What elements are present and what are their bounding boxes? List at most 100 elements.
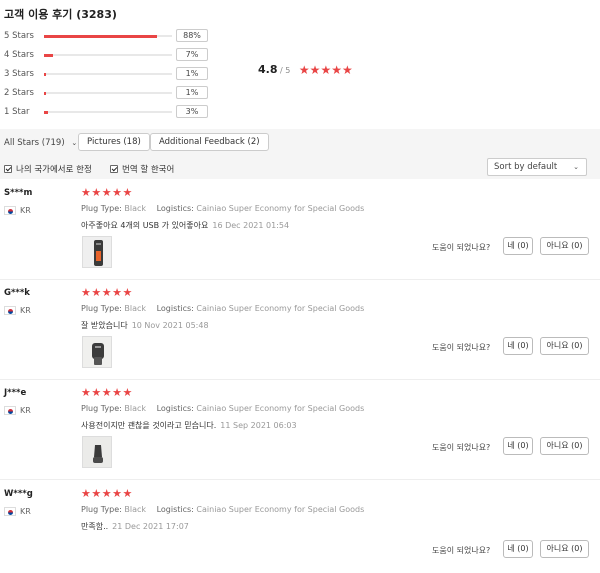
korea-flag-icon <box>4 306 16 315</box>
review-text-line: 사용전이지만 괜찮을 것이라고 믿습니다. 11 Sep 2021 06:03 <box>81 420 297 431</box>
review-item: S***m KR ★★★★★ Plug Type: Black Logistic… <box>0 180 600 280</box>
product-photo-icon <box>83 437 111 467</box>
logistics-key: Logistics: <box>156 304 194 313</box>
logistics-value: Cainiao Super Economy for Special Goods <box>196 204 365 213</box>
review-star-icons: ★★★★★ <box>81 487 133 500</box>
logistics-key: Logistics: <box>156 404 194 413</box>
plug-type-value: Black <box>124 404 147 413</box>
helpful-yes-button[interactable]: 네 (0) <box>503 437 533 455</box>
rating-bar-fill <box>44 110 48 114</box>
rating-row-label: 3 Stars <box>4 69 34 79</box>
review-item: G***k KR ★★★★★ Plug Type: Black Logistic… <box>0 280 600 380</box>
plug-type-key: Plug Type: <box>81 304 122 313</box>
logistics-key: Logistics: <box>156 505 194 514</box>
rating-bar-fill <box>44 72 46 76</box>
rating-row-3[interactable]: 3 Stars 1% <box>4 67 244 86</box>
review-date: 10 Nov 2021 05:48 <box>131 321 209 330</box>
rating-bar-track <box>44 34 172 38</box>
review-text-line: 아주좋아요 4개의 USB 가 있어좋아요 16 Dec 2021 01:54 <box>81 220 289 231</box>
reviewer-country: KR <box>20 306 31 315</box>
rating-percent-badge: 88% <box>176 29 208 42</box>
review-sku-info: Plug Type: Black Logistics: Cainiao Supe… <box>81 505 364 514</box>
chevron-down-icon: ⌄ <box>573 163 579 171</box>
pictures-filter-button[interactable]: Pictures (18) <box>78 133 150 151</box>
logistics-value: Cainiao Super Economy for Special Goods <box>196 505 365 514</box>
checkbox-checked-icon <box>110 165 118 173</box>
rating-bar-fill <box>44 91 46 95</box>
review-star-icons: ★★★★★ <box>81 386 133 399</box>
plug-type-value: Black <box>124 505 147 514</box>
reviewer-country: KR <box>20 507 31 516</box>
review-text: 사용전이지만 괜찮을 것이라고 믿습니다. <box>81 421 217 430</box>
reviewer-country: KR <box>20 406 31 415</box>
review-star-icons: ★★★★★ <box>81 286 133 299</box>
helpful-question: 도움이 되었나요? <box>432 546 491 555</box>
reviewer-name: S***m <box>4 188 33 198</box>
rating-row-2[interactable]: 2 Stars 1% <box>4 86 244 105</box>
rating-bar-track <box>44 53 172 57</box>
rating-bar-track <box>44 72 172 76</box>
rating-row-4[interactable]: 4 Stars 7% <box>4 48 244 67</box>
review-text-line: 잘 받았습니다 10 Nov 2021 05:48 <box>81 320 209 331</box>
my-country-checkbox[interactable]: 나의 국가에서로 한정 <box>4 163 92 175</box>
plug-type-key: Plug Type: <box>81 204 122 213</box>
plug-type-key: Plug Type: <box>81 505 122 514</box>
average-rating: 4.8 / 5 ★★★★★ <box>258 63 353 77</box>
rating-row-1[interactable]: 1 Star 3% <box>4 105 244 124</box>
review-sku-info: Plug Type: Black Logistics: Cainiao Supe… <box>81 304 364 313</box>
plug-type-value: Black <box>124 204 147 213</box>
logistics-value: Cainiao Super Economy for Special Goods <box>196 304 365 313</box>
rating-bar-track <box>44 91 172 95</box>
translate-label: 번역 할 한국어 <box>122 165 175 175</box>
plug-type-key: Plug Type: <box>81 404 122 413</box>
my-country-label: 나의 국가에서로 한정 <box>16 165 92 175</box>
rating-bar-fill <box>44 53 53 57</box>
reviewer-name: J***e <box>4 388 27 398</box>
rating-percent-badge: 7% <box>176 48 208 61</box>
helpful-yes-button[interactable]: 네 (0) <box>503 237 533 255</box>
review-star-icons: ★★★★★ <box>81 186 133 199</box>
review-photo-thumbnail[interactable] <box>82 236 112 268</box>
helpful-question: 도움이 되었나요? <box>432 343 491 352</box>
helpful-no-button[interactable]: 아니요 (0) <box>540 437 589 455</box>
rating-row-5[interactable]: 5 Stars 88% <box>4 29 244 48</box>
sort-select-value: Sort by default <box>494 162 558 172</box>
translate-checkbox[interactable]: 번역 할 한국어 <box>110 163 174 175</box>
helpful-question: 도움이 되었나요? <box>432 443 491 452</box>
reviewer-name: G***k <box>4 288 30 298</box>
logistics-key: Logistics: <box>156 204 194 213</box>
rating-bar-track <box>44 110 172 114</box>
rating-distribution: 5 Stars 88% 4 Stars 7% 3 Stars 1% 2 Star… <box>4 29 244 124</box>
rating-bar-fill <box>44 34 157 38</box>
rating-row-label: 1 Star <box>4 107 30 117</box>
logistics-value: Cainiao Super Economy for Special Goods <box>196 404 365 413</box>
korea-flag-icon <box>4 507 16 516</box>
helpful-yes-button[interactable]: 네 (0) <box>503 337 533 355</box>
sort-select[interactable]: Sort by default ⌄ <box>487 158 587 176</box>
review-filter-bar: All Stars (719) ⌄ Pictures (18) Addition… <box>0 129 600 179</box>
review-photo-thumbnail[interactable] <box>82 336 112 368</box>
helpful-no-button[interactable]: 아니요 (0) <box>540 540 589 558</box>
average-rating-value: 4.8 <box>258 63 278 76</box>
chevron-down-icon: ⌄ <box>71 139 78 147</box>
reviewer-country: KR <box>20 206 31 215</box>
review-text: 만족함.. <box>81 522 109 531</box>
additional-feedback-filter-button[interactable]: Additional Feedback (2) <box>150 133 269 151</box>
korea-flag-icon <box>4 206 16 215</box>
plug-type-value: Black <box>124 304 147 313</box>
average-star-icons: ★★★★★ <box>298 63 353 77</box>
helpful-no-button[interactable]: 아니요 (0) <box>540 237 589 255</box>
rating-percent-badge: 1% <box>176 86 208 99</box>
checkbox-checked-icon <box>4 165 12 173</box>
all-stars-dropdown[interactable]: All Stars (719) ⌄ <box>4 138 77 148</box>
helpful-yes-button[interactable]: 네 (0) <box>503 540 533 558</box>
review-text: 잘 받았습니다 <box>81 321 128 330</box>
review-photo-thumbnail[interactable] <box>82 436 112 468</box>
helpful-question: 도움이 되었나요? <box>432 243 491 252</box>
reviews-title: 고객 이용 후기 (3283) <box>4 8 117 21</box>
review-date: 11 Sep 2021 06:03 <box>220 421 297 430</box>
product-photo-icon <box>83 337 111 367</box>
helpful-no-button[interactable]: 아니요 (0) <box>540 337 589 355</box>
reviewer-name: W***g <box>4 489 33 499</box>
review-date: 21 Dec 2021 17:07 <box>112 522 189 531</box>
